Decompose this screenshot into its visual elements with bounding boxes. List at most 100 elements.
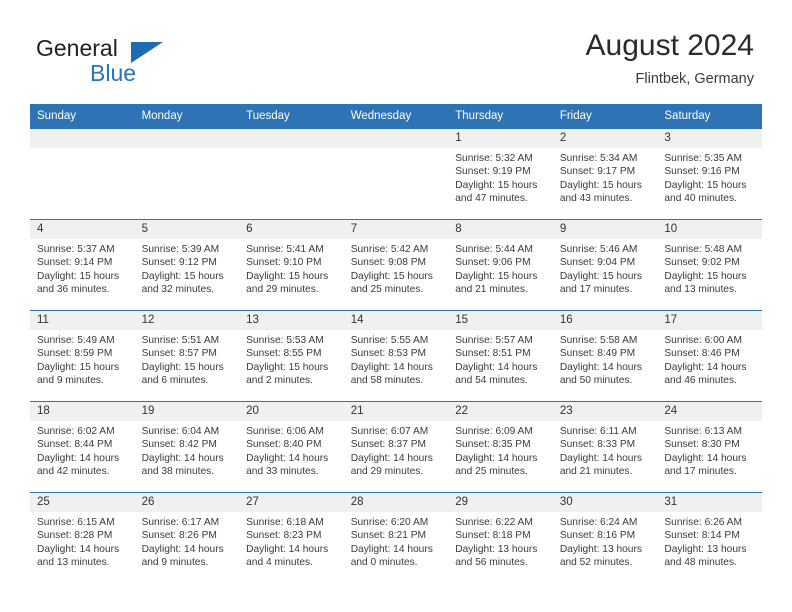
day-number: 7: [343, 220, 449, 239]
daylight-duration-line2: and 9 minutes.: [141, 557, 209, 569]
calendar-cell-day[interactable]: 1 Sunrise: 5:32 AM Sunset: 9:19 PM Daylight…: [448, 128, 553, 220]
calendar-cell-day[interactable]: 15 Sunrise: 5:57 AM Sunset: 8:51 PM Dayligh…: [448, 310, 553, 402]
day-number: 22: [448, 402, 553, 421]
calendar-header-row: Sunday Monday Tuesday Wednesday Thursday…: [30, 104, 762, 129]
sunrise-time: Sunrise: 5:51 AM: [141, 335, 220, 346]
daylight-duration-line2: and 17 minutes.: [559, 284, 633, 296]
calendar-cell-day[interactable]: 11 Sunrise: 5:49 AM Sunset: 8:59 PM Dayligh…: [30, 310, 135, 402]
daylight-duration-line2: and 25 minutes.: [455, 466, 528, 478]
sunrise-time: Sunrise: 5:37 AM: [37, 244, 115, 255]
day-cell: 9 Sunrise: 5:46 AM Sunset: 9:04 PM Daylight…: [552, 220, 658, 310]
calendar-cell-day[interactable]: 16 Sunrise: 5:58 AM Sunset: 8:49 PM Dayligh…: [552, 310, 658, 402]
sunrise-time: Sunrise: 6:06 AM: [246, 426, 324, 437]
day-number: 8: [448, 220, 553, 239]
day-details: Sunrise: 6:11 AM Sunset: 8:33 PM Daylight:…: [553, 421, 658, 479]
calendar-cell-day[interactable]: 17 Sunrise: 6:00 AM Sunset: 8:46 PM Dayligh…: [657, 310, 762, 402]
daylight-duration-line1: Daylight: 15 hours: [559, 270, 642, 282]
sunset-time: Sunset: 8:42 PM: [141, 439, 217, 451]
calendar-cell-day[interactable]: 22 Sunrise: 6:09 AM Sunset: 8:35 PM Dayligh…: [448, 401, 553, 493]
calendar-cell-day[interactable]: 25 Sunrise: 6:15 AM Sunset: 8:28 PM Dayligh…: [30, 492, 135, 583]
calendar-cell-day[interactable]: 26 Sunrise: 6:17 AM Sunset: 8:26 PM Dayligh…: [134, 492, 240, 583]
calendar-cell-day[interactable]: 8 Sunrise: 5:44 AM Sunset: 9:06 PM Daylight…: [448, 219, 553, 311]
sunset-time: Sunset: 9:14 PM: [37, 257, 113, 269]
calendar-cell-day[interactable]: 23 Sunrise: 6:11 AM Sunset: 8:33 PM Dayligh…: [552, 401, 658, 493]
calendar-cell-day[interactable]: 30 Sunrise: 6:24 AM Sunset: 8:16 PM Dayligh…: [552, 492, 658, 583]
calendar-cell-day[interactable]: 2 Sunrise: 5:34 AM Sunset: 9:17 PM Daylight…: [552, 128, 658, 220]
calendar-cell-day[interactable]: 20 Sunrise: 6:06 AM Sunset: 8:40 PM Dayligh…: [239, 401, 344, 493]
daylight-duration-line1: Daylight: 14 hours: [246, 452, 329, 464]
day-number: 30: [552, 493, 658, 512]
day-cell: [239, 129, 344, 219]
calendar-cell-day[interactable]: 29 Sunrise: 6:22 AM Sunset: 8:18 PM Dayligh…: [448, 492, 553, 583]
day-number: 10: [657, 220, 762, 239]
day-details: Sunrise: 6:20 AM Sunset: 8:21 PM Daylight:…: [344, 512, 449, 570]
day-details: Sunrise: 6:22 AM Sunset: 8:18 PM Daylight:…: [448, 512, 553, 570]
daylight-duration-line2: and 13 minutes.: [37, 557, 110, 569]
day-number: 25: [30, 493, 135, 512]
daylight-duration-line1: Daylight: 14 hours: [455, 361, 538, 373]
daylight-duration-line2: and 43 minutes.: [559, 193, 633, 205]
sunset-time: Sunset: 9:02 PM: [664, 257, 740, 269]
sunrise-time: Sunrise: 6:17 AM: [141, 517, 220, 528]
sunset-time: Sunset: 8:59 PM: [37, 348, 113, 360]
day-cell: 26 Sunrise: 6:17 AM Sunset: 8:26 PM Dayligh…: [134, 493, 240, 583]
daylight-duration-line1: Daylight: 15 hours: [246, 270, 329, 282]
day-number: 17: [657, 311, 762, 330]
sunset-time: Sunset: 8:46 PM: [664, 348, 740, 360]
sunrise-time: Sunrise: 6:04 AM: [141, 426, 220, 437]
day-details: Sunrise: 5:46 AM Sunset: 9:04 PM Daylight:…: [553, 239, 658, 297]
day-number: 20: [239, 402, 344, 421]
day-details: Sunrise: 5:34 AM Sunset: 9:17 PM Daylight:…: [553, 148, 658, 206]
sunrise-time: Sunrise: 6:00 AM: [664, 335, 742, 346]
day-cell: 27 Sunrise: 6:18 AM Sunset: 8:23 PM Dayligh…: [239, 493, 344, 583]
day-number: 31: [657, 493, 762, 512]
calendar-cell-day[interactable]: 21 Sunrise: 6:07 AM Sunset: 8:37 PM Dayligh…: [343, 401, 449, 493]
daylight-duration-line2: and 42 minutes.: [37, 466, 110, 478]
calendar-cell-day[interactable]: 28 Sunrise: 6:20 AM Sunset: 8:21 PM Dayligh…: [343, 492, 449, 583]
calendar-cell-day[interactable]: 7 Sunrise: 5:42 AM Sunset: 9:08 PM Daylight…: [343, 219, 449, 311]
day-number: 26: [134, 493, 240, 512]
calendar-cell-day[interactable]: 10 Sunrise: 5:48 AM Sunset: 9:02 PM Dayligh…: [657, 219, 762, 311]
sunrise-time: Sunrise: 6:13 AM: [664, 426, 742, 437]
sunset-time: Sunset: 9:12 PM: [141, 257, 217, 269]
title-block: August 2024 Flintbek, Germany: [586, 28, 754, 88]
day-details: Sunrise: 6:24 AM Sunset: 8:16 PM Daylight:…: [553, 512, 658, 570]
calendar-cell-day[interactable]: 18 Sunrise: 6:02 AM Sunset: 8:44 PM Dayligh…: [30, 401, 135, 493]
calendar-cell-empty: [30, 128, 135, 220]
calendar-cell-day[interactable]: 14 Sunrise: 5:55 AM Sunset: 8:53 PM Dayligh…: [343, 310, 449, 402]
day-number: 29: [448, 493, 553, 512]
general-blue-logo[interactable]: General Blue: [36, 36, 296, 88]
day-number: 27: [239, 493, 344, 512]
day-cell: [343, 129, 449, 219]
calendar-cell-day[interactable]: 27 Sunrise: 6:18 AM Sunset: 8:23 PM Dayligh…: [239, 492, 344, 583]
calendar-cell-day[interactable]: 9 Sunrise: 5:46 AM Sunset: 9:04 PM Daylight…: [552, 219, 658, 311]
daylight-duration-line1: Daylight: 13 hours: [559, 543, 642, 555]
sunset-time: Sunset: 9:04 PM: [559, 257, 636, 269]
daylight-duration-line1: Daylight: 14 hours: [37, 452, 120, 464]
day-cell: 17 Sunrise: 6:00 AM Sunset: 8:46 PM Dayligh…: [657, 311, 762, 401]
calendar-cell-day[interactable]: 12 Sunrise: 5:51 AM Sunset: 8:57 PM Dayligh…: [134, 310, 240, 402]
day-details: Sunrise: 6:00 AM Sunset: 8:46 PM Daylight:…: [657, 330, 762, 388]
calendar-cell-day[interactable]: 5 Sunrise: 5:39 AM Sunset: 9:12 PM Daylight…: [134, 219, 240, 311]
daylight-duration-line2: and 48 minutes.: [664, 557, 737, 569]
calendar-cell-day[interactable]: 4 Sunrise: 5:37 AM Sunset: 9:14 PM Daylight…: [30, 219, 135, 311]
calendar-week-row: 18 Sunrise: 6:02 AM Sunset: 8:44 PM Dayligh…: [30, 401, 762, 493]
calendar-cell-day[interactable]: 19 Sunrise: 6:04 AM Sunset: 8:42 PM Dayligh…: [134, 401, 240, 493]
sunset-time: Sunset: 8:16 PM: [559, 530, 636, 542]
sunrise-time: Sunrise: 5:39 AM: [141, 244, 220, 255]
sunrise-time: Sunrise: 5:32 AM: [455, 153, 533, 164]
calendar-cell-day[interactable]: 31 Sunrise: 6:26 AM Sunset: 8:14 PM Dayligh…: [657, 492, 762, 583]
calendar-cell-day[interactable]: 6 Sunrise: 5:41 AM Sunset: 9:10 PM Daylight…: [239, 219, 344, 311]
day-details: Sunrise: 5:37 AM Sunset: 9:14 PM Daylight:…: [30, 239, 135, 297]
daylight-duration-line1: Daylight: 13 hours: [664, 543, 747, 555]
sunset-time: Sunset: 8:57 PM: [141, 348, 217, 360]
calendar-cell-day[interactable]: 24 Sunrise: 6:13 AM Sunset: 8:30 PM Dayligh…: [657, 401, 762, 493]
weekday-header-saturday: Saturday: [657, 104, 762, 129]
daylight-duration-line2: and 40 minutes.: [664, 193, 737, 205]
calendar-cell-day[interactable]: 3 Sunrise: 5:35 AM Sunset: 9:16 PM Daylight…: [657, 128, 762, 220]
calendar-cell-day[interactable]: 13 Sunrise: 5:53 AM Sunset: 8:55 PM Dayligh…: [239, 310, 344, 402]
daylight-duration-line2: and 17 minutes.: [664, 466, 737, 478]
day-number: [30, 129, 135, 148]
day-number: 24: [657, 402, 762, 421]
daylight-duration-line2: and 50 minutes.: [559, 375, 633, 387]
